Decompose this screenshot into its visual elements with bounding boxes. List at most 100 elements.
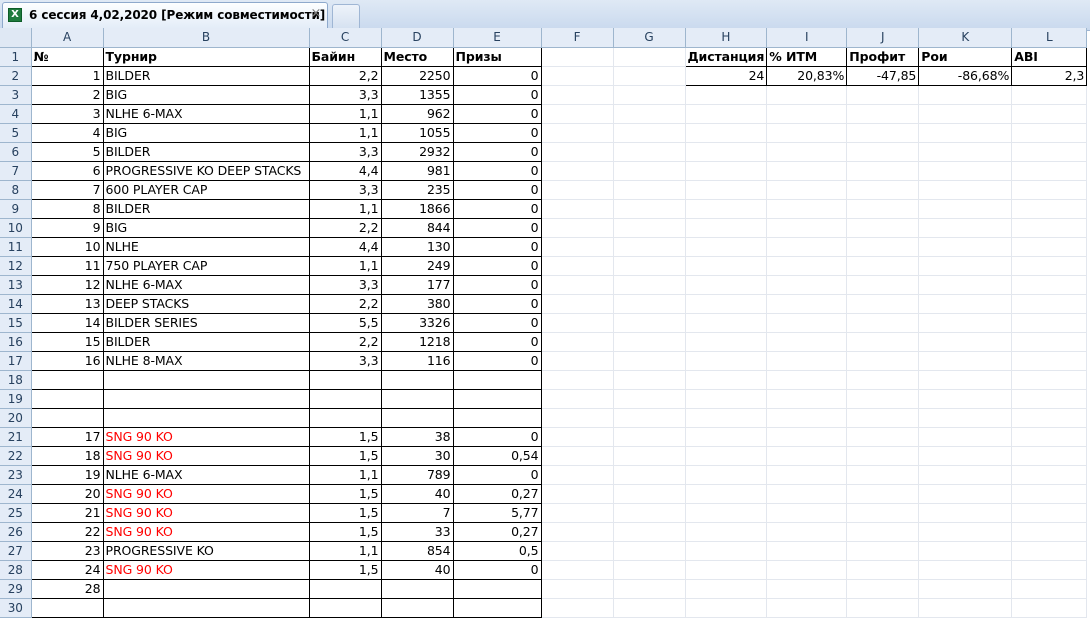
- cell-d[interactable]: 33: [380, 521, 454, 542]
- cell-d[interactable]: 38: [380, 426, 454, 447]
- cell-c[interactable]: [308, 597, 382, 618]
- cell-l[interactable]: [1011, 218, 1088, 238]
- cell-l[interactable]: [1011, 199, 1088, 219]
- cell-k[interactable]: [918, 370, 1013, 390]
- column-header-b[interactable]: B: [103, 28, 310, 48]
- cell-d[interactable]: 40: [380, 559, 454, 580]
- cell-c[interactable]: 4,4: [308, 160, 382, 181]
- cell-l[interactable]: [1011, 579, 1088, 599]
- cell-b[interactable]: PROGRESSIVE KO DEEP STACKS: [102, 160, 310, 181]
- row-header[interactable]: 14: [0, 294, 32, 314]
- cell-h[interactable]: [685, 313, 768, 333]
- row-header[interactable]: 15: [0, 313, 32, 333]
- cell-j[interactable]: [846, 332, 920, 352]
- cell-i[interactable]: [766, 465, 848, 485]
- cell-l[interactable]: [1011, 541, 1088, 561]
- cell-b[interactable]: SNG 90 KO: [102, 483, 310, 504]
- cell-h[interactable]: [685, 199, 768, 219]
- cell-h[interactable]: [685, 465, 768, 485]
- cell-k[interactable]: [918, 237, 1013, 257]
- row-header[interactable]: 12: [0, 256, 32, 276]
- cell-i[interactable]: [766, 218, 848, 238]
- cell-i[interactable]: [766, 503, 848, 523]
- cell-j[interactable]: [846, 142, 920, 162]
- cell-h[interactable]: [685, 332, 768, 352]
- column-header-j[interactable]: J: [846, 28, 920, 48]
- cell-l[interactable]: [1011, 142, 1088, 162]
- header-cell-c[interactable]: Байин: [308, 46, 382, 67]
- header-cell-d[interactable]: Место: [380, 46, 454, 67]
- cell-g[interactable]: [613, 522, 686, 542]
- cell-b[interactable]: BIG: [102, 84, 310, 105]
- cell-l[interactable]: [1011, 332, 1088, 352]
- cell-j[interactable]: [846, 351, 920, 371]
- cell-a[interactable]: [30, 597, 104, 618]
- cell-k[interactable]: [918, 503, 1013, 523]
- workbook-tab[interactable]: X 6 сессия 4,02,2020 [Режим совместимост…: [2, 2, 328, 28]
- header-cell-a[interactable]: №: [30, 46, 104, 67]
- cell-g[interactable]: [613, 237, 686, 257]
- cell-c[interactable]: 1,1: [308, 122, 382, 143]
- cell-i[interactable]: [766, 522, 848, 542]
- cell-f[interactable]: [541, 237, 614, 257]
- cell-j[interactable]: [846, 161, 920, 181]
- row-header[interactable]: 22: [0, 446, 32, 466]
- cell-k[interactable]: [918, 560, 1013, 580]
- cell-i[interactable]: [766, 104, 848, 124]
- cell-h[interactable]: [685, 104, 768, 124]
- cell-d[interactable]: 30: [380, 445, 454, 466]
- cell-i[interactable]: [766, 484, 848, 504]
- cell-k[interactable]: [918, 313, 1013, 333]
- cell-c[interactable]: 4,4: [308, 236, 382, 257]
- cell-f[interactable]: [541, 484, 614, 504]
- cell-k[interactable]: [918, 142, 1013, 162]
- cell-g[interactable]: [613, 123, 686, 143]
- cell-i[interactable]: [766, 351, 848, 371]
- cell-k[interactable]: [918, 275, 1013, 295]
- cell-l[interactable]: [1011, 446, 1088, 466]
- cell-g[interactable]: [613, 180, 686, 200]
- cell-c[interactable]: [308, 369, 382, 390]
- column-header-f[interactable]: F: [541, 28, 614, 48]
- cell-i[interactable]: [766, 560, 848, 580]
- row-header[interactable]: 11: [0, 237, 32, 257]
- cell-g[interactable]: [613, 598, 686, 618]
- column-header-h[interactable]: H: [685, 28, 768, 48]
- cell-f[interactable]: [541, 465, 614, 485]
- cell-c[interactable]: 1,1: [308, 255, 382, 276]
- cell-a[interactable]: 3: [30, 103, 104, 124]
- cell-g[interactable]: [613, 446, 686, 466]
- cell-a[interactable]: 17: [30, 426, 104, 447]
- stat-cell-j[interactable]: -47,85: [846, 65, 920, 86]
- cell-d[interactable]: 1055: [380, 122, 454, 143]
- cell-c[interactable]: 1,5: [308, 521, 382, 542]
- row-header[interactable]: 5: [0, 123, 32, 143]
- row-header[interactable]: 27: [0, 541, 32, 561]
- cell-i[interactable]: [766, 85, 848, 105]
- cell-b[interactable]: PROGRESSIVE KO: [102, 540, 310, 561]
- row-header[interactable]: 6: [0, 142, 32, 162]
- cell-k[interactable]: [918, 199, 1013, 219]
- stat-cell-k[interactable]: -86,68%: [918, 65, 1013, 86]
- cell-e[interactable]: 0,27: [452, 521, 542, 542]
- cell-a[interactable]: 4: [30, 122, 104, 143]
- cell-e[interactable]: 0: [452, 65, 542, 86]
- cell-j[interactable]: [846, 275, 920, 295]
- cell-j[interactable]: [846, 370, 920, 390]
- row-header[interactable]: 24: [0, 484, 32, 504]
- cell-e[interactable]: 0: [452, 559, 542, 580]
- row-header[interactable]: 18: [0, 370, 32, 390]
- cell-h[interactable]: [685, 294, 768, 314]
- header-cell-g[interactable]: [613, 47, 686, 67]
- row-header[interactable]: 29: [0, 579, 32, 599]
- cell-j[interactable]: [846, 256, 920, 276]
- cell-f[interactable]: [541, 180, 614, 200]
- cell-b[interactable]: SNG 90 KO: [102, 426, 310, 447]
- cell-j[interactable]: [846, 123, 920, 143]
- cell-b[interactable]: BILDER SERIES: [102, 312, 310, 333]
- cell-i[interactable]: [766, 370, 848, 390]
- cell-c[interactable]: 1,1: [308, 464, 382, 485]
- cell-k[interactable]: [918, 85, 1013, 105]
- cell-b[interactable]: BIG: [102, 217, 310, 238]
- cell-k[interactable]: [918, 104, 1013, 124]
